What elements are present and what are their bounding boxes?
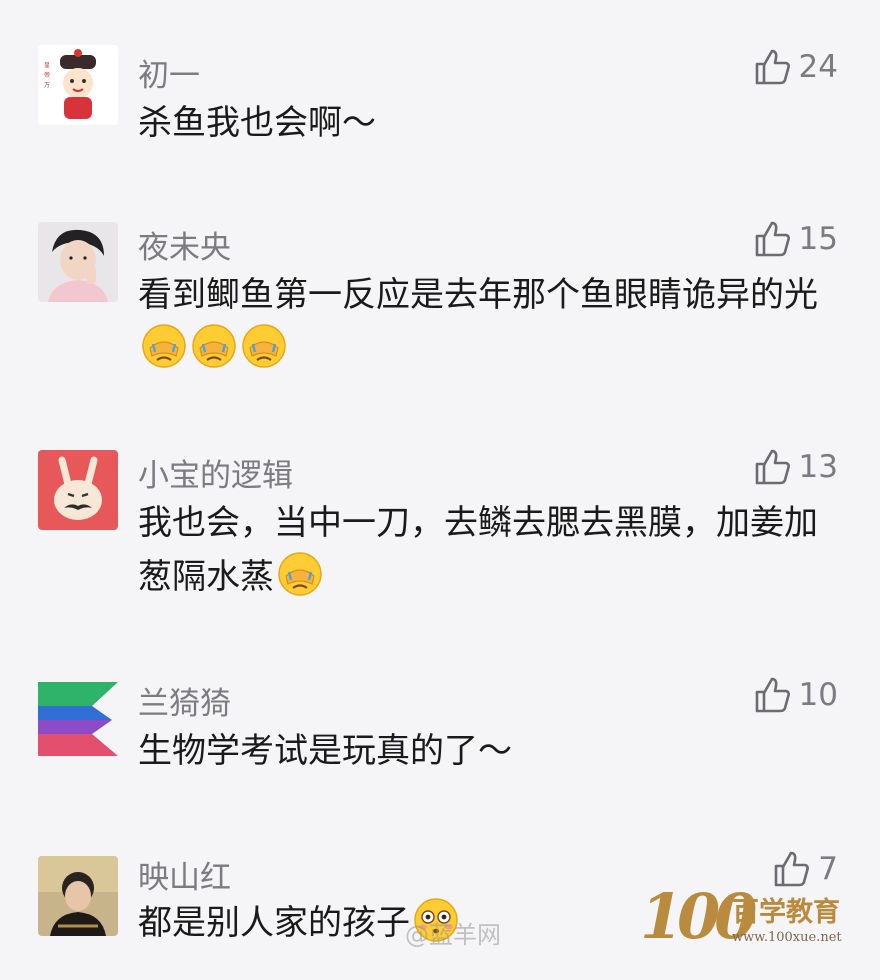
like-button[interactable]: 24 (753, 45, 838, 89)
username[interactable]: 小宝的逻辑 (138, 450, 293, 495)
avatar[interactable]: 皇 帝 万 (38, 45, 118, 125)
comment-text: 杀鱼我也会啊～ (138, 96, 838, 150)
thumbs-up-icon (755, 677, 790, 713)
like-count: 10 (798, 677, 838, 713)
brand-url: www.100xue.net (732, 930, 842, 945)
thumbs-up-icon (755, 449, 790, 485)
comment-item: 兰猗猗 10 生物学考试是玩真的了～ (0, 668, 880, 788)
username[interactable]: 初一 (138, 50, 200, 95)
thumbs-up-icon (755, 221, 790, 257)
svg-text:万: 万 (44, 82, 50, 89)
watermark: @蓝羊网 (405, 921, 501, 949)
comment-body: 我也会，当中一刀，去鳞去腮去黑膜，加姜加葱隔水蒸 (138, 503, 818, 597)
like-count: 13 (798, 449, 838, 485)
like-button[interactable]: 13 (753, 445, 838, 489)
username[interactable]: 夜未央 (138, 222, 231, 267)
avatar[interactable] (38, 678, 118, 758)
cartoon-official-avatar-icon: 皇 帝 万 (38, 45, 118, 125)
username[interactable]: 兰猗猗 (138, 678, 231, 723)
comment-body: 都是别人家的孩子 (138, 903, 410, 943)
like-count: 15 (798, 221, 838, 257)
brand-name: 百学教育 (732, 897, 840, 928)
comment-text: 生物学考试是玩真的了～ (138, 724, 838, 778)
comment-text: 我也会，当中一刀，去鳞去腮去黑膜，加姜加葱隔水蒸 (138, 496, 838, 604)
rabbit-mustache-avatar-icon (38, 450, 118, 530)
facepalm-emoji-icon (140, 322, 188, 370)
elderly-woman-photo-avatar-icon (38, 856, 118, 936)
comment-item: 夜未央 15 看到鲫鱼第一反应是去年那个鱼眼睛诡异的光 (0, 212, 880, 382)
comment-item: 小宝的逻辑 13 我也会，当中一刀，去鳞去腮去黑膜，加姜加葱隔水蒸 (0, 440, 880, 610)
brand-logo: 100 百学教育 www.100xue.net (640, 880, 842, 960)
facepalm-emoji-icon (240, 322, 288, 370)
thumbs-up-icon (755, 49, 790, 85)
like-count: 24 (798, 49, 838, 85)
young-man-photo-avatar-icon (38, 222, 118, 302)
comment-body: 看到鲫鱼第一反应是去年那个鱼眼睛诡异的光 (138, 275, 818, 315)
like-button[interactable]: 10 (753, 673, 838, 717)
comment-body: 生物学考试是玩真的了～ (138, 731, 512, 771)
colorful-play-logo-avatar-icon (38, 678, 118, 758)
avatar[interactable] (38, 222, 118, 302)
like-button[interactable]: 15 (753, 217, 838, 261)
comment-body: 杀鱼我也会啊～ (138, 103, 376, 143)
facepalm-emoji-icon (276, 550, 324, 598)
comment-item: 皇 帝 万 初一 24 杀鱼我也会啊～ (0, 40, 880, 160)
facepalm-emoji-icon (190, 322, 238, 370)
avatar[interactable] (38, 856, 118, 936)
svg-text:帝: 帝 (44, 71, 50, 79)
username[interactable]: 映山红 (138, 852, 231, 897)
svg-text:皇: 皇 (44, 61, 50, 69)
avatar[interactable] (38, 450, 118, 530)
comment-text: 看到鲫鱼第一反应是去年那个鱼眼睛诡异的光 (138, 268, 838, 376)
